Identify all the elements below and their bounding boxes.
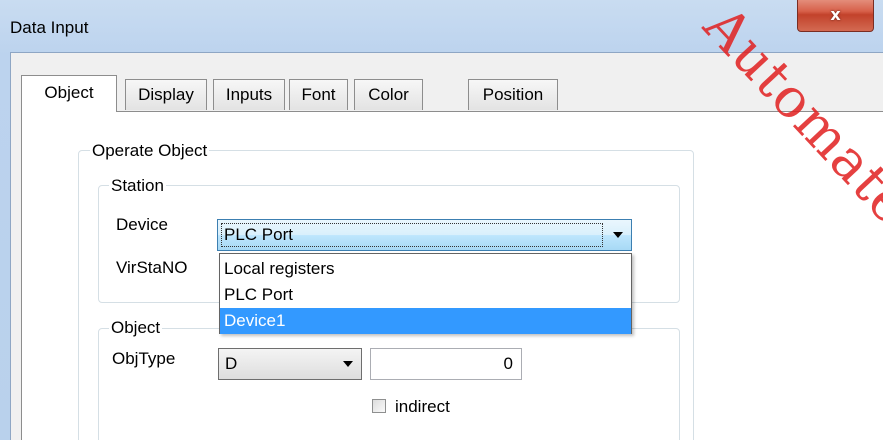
chevron-down-icon: [613, 232, 623, 238]
tab-inputs[interactable]: Inputs: [213, 79, 285, 110]
objtype-label: ObjType: [112, 349, 176, 368]
operate-object-legend: Operate Object: [90, 141, 210, 161]
dropdown-option-plc-port[interactable]: PLC Port: [220, 282, 631, 308]
indirect-checkbox[interactable]: [372, 399, 386, 413]
objtype-select[interactable]: D: [218, 348, 362, 380]
virstano-label: VirStaNO: [116, 258, 188, 277]
station-legend: Station: [109, 176, 166, 196]
object-legend: Object: [109, 318, 163, 338]
chevron-down-icon: [343, 361, 353, 367]
device-select[interactable]: PLC Port: [217, 219, 632, 251]
tab-font[interactable]: Font: [289, 79, 348, 110]
address-input[interactable]: 0: [370, 348, 522, 380]
dropdown-option-local-registers[interactable]: Local registers: [220, 256, 631, 282]
window-title: Data Input: [10, 18, 89, 37]
close-icon: x: [830, 5, 841, 24]
focus-indicator: [221, 223, 603, 247]
object-group: [98, 328, 680, 440]
device-label: Device: [116, 215, 168, 234]
dropdown-option-device1[interactable]: Device1: [220, 308, 631, 334]
objtype-value: D: [225, 354, 238, 373]
tab-display[interactable]: Display: [125, 79, 207, 110]
tab-color[interactable]: Color: [354, 79, 423, 110]
close-button[interactable]: x: [797, 0, 874, 32]
tab-position[interactable]: Position: [468, 79, 558, 110]
device-dropdown-list: Local registers PLC Port Device1: [219, 253, 632, 334]
indirect-label: indirect: [395, 397, 450, 416]
tab-object[interactable]: Object: [21, 75, 117, 112]
data-input-dialog: Data Input x Object Display Inputs Font …: [0, 0, 883, 440]
